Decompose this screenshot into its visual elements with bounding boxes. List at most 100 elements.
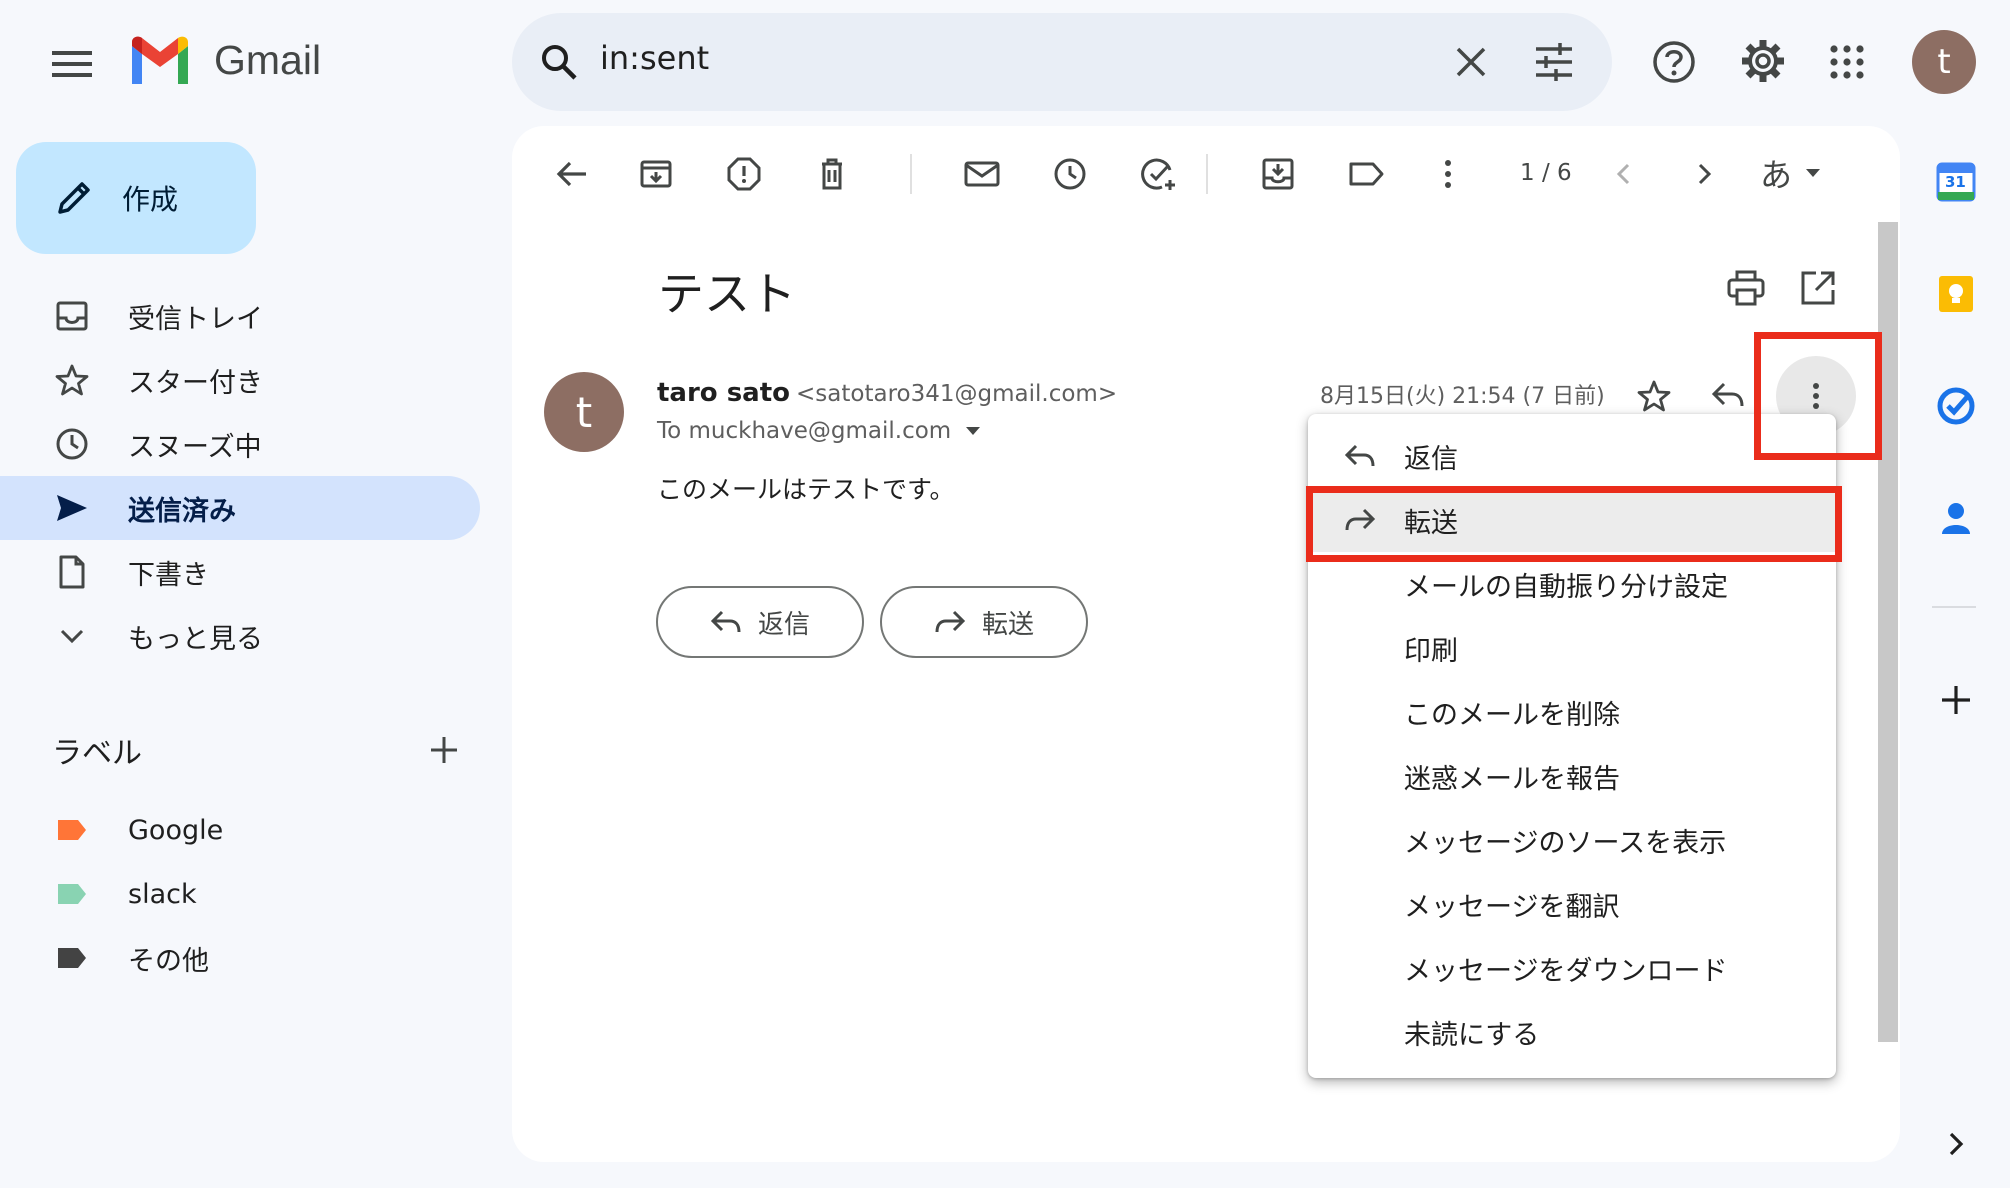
forward-button[interactable]: 転送 — [880, 586, 1088, 658]
sidebar-item-more[interactable]: もっと見る — [0, 604, 480, 668]
forward-button-label: 転送 — [981, 609, 1034, 640]
contacts-app-icon[interactable] — [1936, 498, 1976, 538]
sidebar-item-label: 受信トレイ — [128, 303, 263, 335]
recipient-line[interactable]: To muckhave@gmail.com — [657, 418, 981, 444]
reply-icon[interactable] — [1710, 380, 1746, 412]
sender-avatar[interactable]: t — [544, 372, 624, 452]
menu-item-label: 未読にする — [1404, 1019, 1540, 1051]
sidebar-label-other[interactable]: その他 — [0, 926, 480, 990]
main-menu-button[interactable] — [48, 40, 96, 88]
chevron-right-icon[interactable] — [1678, 148, 1730, 200]
side-panel-divider — [1932, 606, 1976, 608]
sidebar-item-label: もっと見る — [128, 623, 263, 655]
inbox-icon — [52, 296, 92, 336]
compose-button[interactable]: 作成 — [16, 142, 256, 254]
sender-name[interactable]: taro sato <satotaro341@gmail.com> — [657, 378, 1117, 408]
star-message-icon[interactable] — [1636, 378, 1672, 414]
labels-heading: ラベル — [52, 736, 142, 771]
archive-icon[interactable] — [630, 148, 682, 200]
pencil-icon — [58, 182, 90, 214]
hamburger-icon — [52, 51, 92, 77]
star-icon — [52, 360, 92, 400]
chevron-down-icon — [52, 616, 92, 656]
add-addon-icon[interactable] — [1936, 680, 1976, 720]
gmail-logo-icon — [132, 36, 188, 84]
label-name: その他 — [128, 945, 209, 977]
sidebar-item-label: 送信済み — [128, 495, 236, 527]
input-tools-button[interactable]: あ — [1760, 150, 1822, 196]
input-tool-label: あ — [1760, 156, 1793, 194]
recipient-text: To muckhave@gmail.com — [657, 418, 952, 444]
menu-item-translate[interactable]: メッセージを翻訳 — [1308, 872, 1836, 936]
move-to-icon[interactable] — [1252, 148, 1304, 200]
reply-icon — [1340, 436, 1380, 476]
reply-button[interactable]: 返信 — [656, 586, 864, 658]
label-tag-icon — [58, 884, 86, 904]
search-options-icon[interactable] — [1534, 43, 1574, 81]
snooze-clock-icon[interactable] — [1044, 148, 1096, 200]
back-arrow-icon[interactable] — [546, 148, 598, 200]
menu-item-label: 印刷 — [1404, 635, 1458, 667]
menu-item-download[interactable]: メッセージをダウンロード — [1308, 936, 1836, 1000]
message-body: このメールはテストです。 — [657, 475, 955, 504]
expand-side-panel-icon[interactable] — [1936, 1124, 1976, 1164]
open-in-new-window-icon[interactable] — [1798, 268, 1838, 308]
menu-item-report-spam[interactable]: 迷惑メールを報告 — [1308, 744, 1836, 808]
menu-item-delete[interactable]: このメールを削除 — [1308, 680, 1836, 744]
sidebar-item-label: スヌーズ中 — [128, 431, 262, 463]
menu-item-show-original[interactable]: メッセージのソースを表示 — [1308, 808, 1836, 872]
print-icon[interactable] — [1726, 268, 1766, 308]
sidebar-label-slack[interactable]: slack — [0, 862, 480, 926]
highlight-forward-item — [1306, 486, 1842, 562]
tasks-app-icon[interactable] — [1936, 386, 1976, 426]
label-tag-icon — [58, 820, 86, 840]
help-icon[interactable] — [1652, 40, 1696, 84]
sidebar-item-label: 下書き — [128, 559, 209, 591]
menu-item-print[interactable]: 印刷 — [1308, 616, 1836, 680]
app-name: Gmail — [214, 36, 322, 83]
keep-app-icon[interactable] — [1936, 274, 1976, 314]
menu-item-label: このメールを削除 — [1404, 699, 1620, 731]
calendar-app-icon[interactable]: 31 — [1936, 162, 1976, 202]
account-avatar[interactable]: t — [1912, 30, 1976, 94]
menu-item-label: メッセージのソースを表示 — [1404, 827, 1727, 859]
forward-icon — [935, 610, 966, 633]
menu-item-label: メッセージをダウンロード — [1404, 955, 1728, 987]
show-details-dropdown-icon[interactable] — [965, 426, 981, 436]
sidebar-label-google[interactable]: Google — [0, 798, 480, 862]
sidebar-item-label: スター付き — [128, 367, 263, 399]
more-vert-icon[interactable] — [1422, 148, 1474, 200]
clear-search-icon[interactable] — [1454, 45, 1488, 79]
gmail-logo[interactable]: Gmail — [128, 36, 321, 84]
dropdown-arrow-icon — [1806, 169, 1821, 177]
chevron-left-icon[interactable] — [1598, 148, 1650, 200]
add-label-icon[interactable] — [428, 734, 460, 766]
settings-gear-icon[interactable] — [1740, 38, 1786, 84]
menu-item-label: 返信 — [1404, 443, 1458, 475]
trash-icon[interactable] — [806, 148, 858, 200]
page-count: 1 / 6 — [1520, 160, 1572, 186]
search-bar[interactable]: in:sent — [512, 13, 1612, 111]
sender-display-name: taro sato — [657, 378, 791, 408]
search-input[interactable]: in:sent — [600, 39, 709, 77]
draft-icon — [52, 552, 92, 592]
label-icon[interactable] — [1340, 148, 1392, 200]
highlight-more-button — [1754, 332, 1882, 460]
search-icon[interactable] — [540, 43, 578, 81]
compose-label: 作成 — [122, 183, 179, 216]
reply-button-label: 返信 — [757, 609, 810, 640]
sidebar-item-sent[interactable]: 送信済み — [0, 476, 480, 540]
reply-icon — [710, 610, 741, 633]
mark-unread-icon[interactable] — [956, 148, 1008, 200]
menu-item-label: 迷惑メールを報告 — [1404, 763, 1620, 795]
add-task-icon[interactable] — [1132, 148, 1184, 200]
label-name: Google — [128, 814, 224, 846]
apps-grid-icon[interactable] — [1830, 45, 1864, 79]
menu-item-mark-unread[interactable]: 未読にする — [1308, 1000, 1836, 1064]
report-spam-icon[interactable] — [718, 148, 770, 200]
sidebar-item-snoozed[interactable]: スヌーズ中 — [0, 412, 480, 476]
message-subject: テスト — [658, 267, 796, 321]
sidebar-item-inbox[interactable]: 受信トレイ — [0, 284, 480, 348]
sidebar-item-starred[interactable]: スター付き — [0, 348, 480, 412]
sidebar-item-drafts[interactable]: 下書き — [0, 540, 480, 604]
